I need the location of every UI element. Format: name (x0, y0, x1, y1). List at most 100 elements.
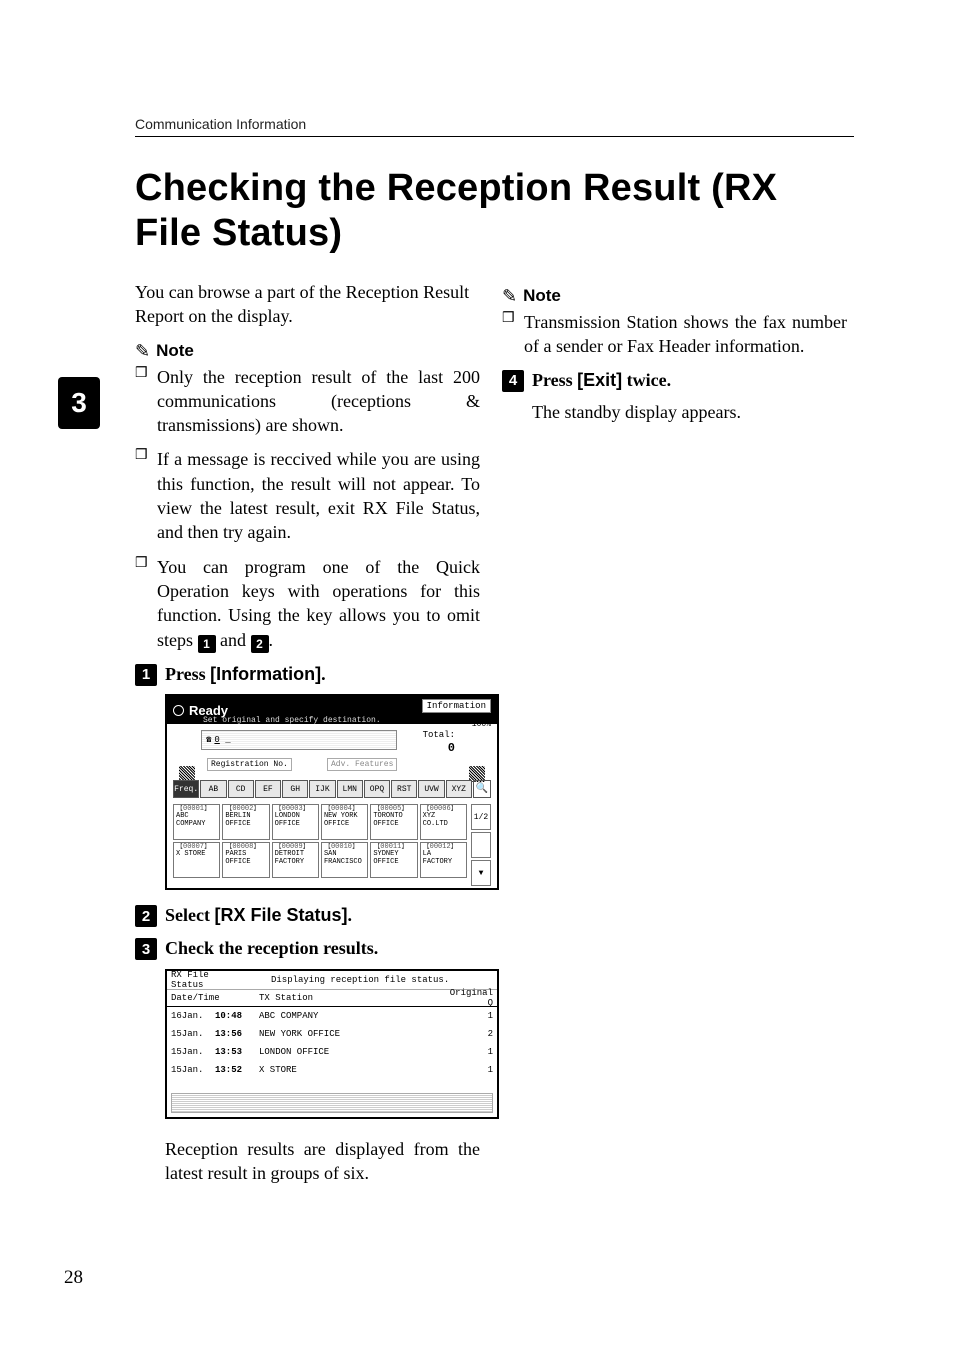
alpha-tab[interactable]: Freq. (173, 780, 199, 798)
col-date: Date/Time (171, 993, 259, 1003)
lcd-subtitle: Set original and specify destination. (203, 716, 381, 727)
lcd2-title: RX File Status (171, 970, 243, 990)
alpha-tab[interactable]: OPQ (364, 780, 390, 798)
alpha-tab[interactable]: CD (228, 780, 254, 798)
dest-cell[interactable]: 【00001】ABC COMPANY (173, 804, 220, 840)
note-label: Note (523, 286, 561, 306)
step-text-part: twice. (622, 370, 671, 390)
rx-row[interactable]: 16Jan.10:48ABC COMPANY1 (167, 1007, 497, 1025)
running-head: Communication Information (135, 116, 306, 132)
step-text-part: Select (165, 905, 214, 925)
col-qty: Original Q (449, 988, 493, 1008)
step-text: Select [RX File Status]. (165, 904, 352, 927)
softkey-label: [RX File Status] (214, 905, 347, 925)
alpha-tab[interactable]: EF (255, 780, 281, 798)
note-list: Only the reception result of the last 20… (135, 365, 480, 653)
dest-value: 0 (214, 735, 219, 745)
note-list: Transmission Station shows the fax numbe… (502, 310, 847, 359)
dest-cell[interactable]: 【00005】TORONTO OFFICE (370, 804, 417, 840)
dest-cell[interactable]: 【00011】SYDNEY OFFICE (370, 842, 417, 878)
rx-row[interactable]: 15Jan.13:52X STORE1 (167, 1061, 497, 1079)
note-heading: ✎ Note (135, 341, 480, 361)
alpha-tab[interactable]: LMN (337, 780, 363, 798)
dest-cell[interactable]: 【00009】DETROIT FACTORY (272, 842, 319, 878)
step-4-sub: The standby display appears. (532, 400, 847, 424)
rx-row[interactable]: 15Jan.13:56NEW YORK OFFICE2 (167, 1025, 497, 1043)
note-item-text: . (269, 630, 274, 650)
step-3: 3 Check the reception results. (135, 937, 480, 960)
dest-cell[interactable]: 【00004】NEW YORK OFFICE (321, 804, 368, 840)
dest-cell[interactable]: 【00008】PARIS OFFICE (222, 842, 269, 878)
step-text-part: . (348, 905, 353, 925)
destination-field[interactable]: ☎0 _ (201, 730, 397, 750)
registration-no-button[interactable]: Registration No. (207, 758, 292, 771)
status-dot-icon (173, 705, 184, 716)
lcd2-caption: Reception results are displayed from the… (165, 1137, 480, 1186)
pencil-icon: ✎ (135, 342, 150, 360)
note-item-text: and (216, 630, 251, 650)
alpha-tab[interactable]: GH (282, 780, 308, 798)
lcd-ready-screen: Ready Information Set original and speci… (165, 694, 499, 890)
step-text-part: Press (532, 370, 577, 390)
step-1: 1 Press [Information]. (135, 663, 480, 686)
alpha-tab[interactable]: XYZ (446, 780, 472, 798)
step-number-icon: 1 (135, 664, 157, 686)
page-side: 1/2 ▼ (471, 804, 491, 886)
dest-cell[interactable]: 【00002】BERLIN OFFICE (222, 804, 269, 840)
alpha-tab[interactable]: IJK (309, 780, 335, 798)
intro-text: You can browse a part of the Reception R… (135, 280, 480, 329)
note-item: If a message is reccived while you are u… (135, 447, 480, 544)
lcd2-header: RX File Status Displaying reception file… (167, 971, 497, 990)
phone-icon: ☎ (206, 735, 211, 745)
dest-cell[interactable]: 【00003】LONDON OFFICE (272, 804, 319, 840)
right-column: ✎ Note Transmission Station shows the fa… (502, 280, 847, 442)
dest-cell[interactable]: 【00012】LA FACTORY (420, 842, 467, 878)
step-number-icon: 4 (502, 370, 524, 392)
information-button[interactable]: Information (422, 699, 491, 713)
magnify-icon[interactable]: 🔍 (473, 780, 491, 798)
lcd-topbar: Ready Information Set original and speci… (167, 696, 497, 724)
lcd-rx-status-screen: RX File Status Displaying reception file… (165, 969, 499, 1119)
note-item: Transmission Station shows the fax numbe… (502, 310, 847, 359)
dest-cell[interactable]: 【00010】SAN FRANCISCO (321, 842, 368, 878)
rx-row[interactable]: 15Jan.13:53LONDON OFFICE1 (167, 1043, 497, 1061)
note-label: Note (156, 341, 194, 361)
memory-percent: 100% (472, 720, 491, 729)
page-number: 28 (64, 1267, 83, 1289)
step-number-icon: 2 (135, 905, 157, 927)
adv-features-button[interactable]: Adv. Features (327, 758, 397, 771)
step-2: 2 Select [RX File Status]. (135, 904, 480, 927)
step-number-icon: 3 (135, 938, 157, 960)
lcd2-footer (171, 1093, 493, 1113)
step-text-part: Press (165, 664, 210, 684)
alpha-tab[interactable]: UVW (418, 780, 444, 798)
total-label: Total: (423, 730, 455, 740)
step-4: 4 Press [Exit] twice. (502, 369, 847, 392)
step-text: Press [Information]. (165, 663, 326, 686)
alpha-tabs: Freq. AB CD EF GH IJK LMN OPQ RST UVW XY… (173, 780, 491, 798)
note-heading: ✎ Note (502, 286, 847, 306)
step-text: Press [Exit] twice. (532, 369, 671, 392)
left-column: You can browse a part of the Reception R… (135, 280, 480, 1203)
note-item: You can program one of the Quick Operati… (135, 555, 480, 653)
destination-grid: 【00001】ABC COMPANY 【00002】BERLIN OFFICE … (173, 804, 467, 880)
chapter-tab: 3 (58, 377, 100, 429)
pencil-icon: ✎ (502, 287, 517, 305)
dest-cell[interactable]: 【00006】XYZ CO.LTD (420, 804, 467, 840)
lcd2-subtitle: Displaying reception file status. (271, 975, 449, 985)
page-title: Checking the Reception Result (RX File S… (135, 166, 854, 256)
softkey-label: [Information] (210, 664, 321, 684)
step-ref-1-icon: 1 (198, 635, 216, 653)
scroll-down-button[interactable]: ▼ (471, 860, 491, 886)
softkey-label: [Exit] (577, 370, 622, 390)
page-indicator: 1/2 (471, 804, 491, 830)
header-rule (135, 136, 854, 137)
alpha-tab[interactable]: RST (391, 780, 417, 798)
scroll-up-button[interactable] (471, 832, 491, 858)
col-station: TX Station (259, 993, 449, 1003)
step-ref-2-icon: 2 (251, 635, 269, 653)
dest-cell[interactable]: 【00007】X STORE (173, 842, 220, 878)
note-item: Only the reception result of the last 20… (135, 365, 480, 438)
alpha-tab[interactable]: AB (200, 780, 226, 798)
step-text: Check the reception results. (165, 937, 378, 960)
